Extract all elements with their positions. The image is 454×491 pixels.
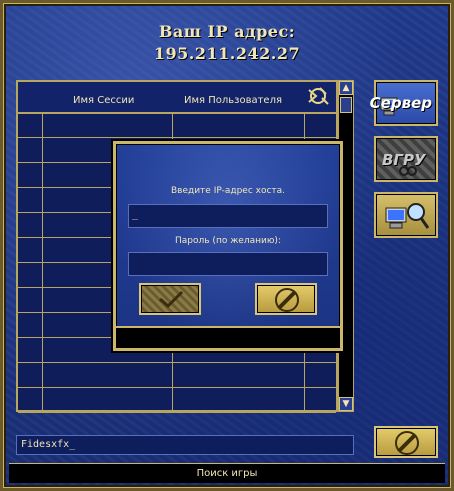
- scroll-down-button[interactable]: ▼: [339, 397, 353, 411]
- server-button[interactable]: Сервер: [370, 80, 438, 126]
- search-network-button[interactable]: [374, 192, 438, 238]
- search-computer-icon: [385, 203, 430, 229]
- ok-button[interactable]: [139, 283, 201, 315]
- scroll-up-button[interactable]: ▲: [339, 81, 353, 95]
- cancel-button[interactable]: [374, 426, 438, 458]
- connect-dialog: Введите IP-адрес хоста. _ Пароль (по жел…: [113, 141, 343, 351]
- column-session-name[interactable]: Имя Сессии: [73, 95, 134, 106]
- player-name-input[interactable]: Fidesxfx_: [16, 435, 354, 455]
- sort-icon[interactable]: [306, 84, 330, 108]
- cancel-icon: [275, 288, 299, 312]
- checkmark-icon: [159, 290, 184, 309]
- table-row[interactable]: [18, 362, 336, 388]
- scroll-thumb[interactable]: [340, 97, 352, 113]
- server-button-label: Сервер: [369, 94, 432, 112]
- link-icon: [399, 166, 417, 176]
- column-user-name[interactable]: Имя Пользователя: [184, 95, 282, 106]
- cancel-icon: [395, 431, 419, 455]
- host-ip-label: Введите IP-адрес хоста.: [170, 186, 286, 196]
- table-row[interactable]: [18, 112, 336, 138]
- dialog-footer: [116, 326, 340, 348]
- host-ip-input[interactable]: _: [128, 204, 328, 228]
- table-row[interactable]: [18, 387, 336, 413]
- ip-label: Ваш IP адрес:: [158, 22, 296, 41]
- session-list-header: Имя Сессии Имя Пользователя: [18, 82, 336, 114]
- password-label: Пароль (по желанию):: [175, 236, 281, 246]
- ip-value: 195.211.242.27: [153, 44, 301, 63]
- join-button[interactable]: ВГРУ: [374, 136, 438, 182]
- cancel-button[interactable]: [255, 283, 317, 315]
- status-bar: Поиск игры: [9, 463, 445, 483]
- password-input[interactable]: [128, 252, 328, 276]
